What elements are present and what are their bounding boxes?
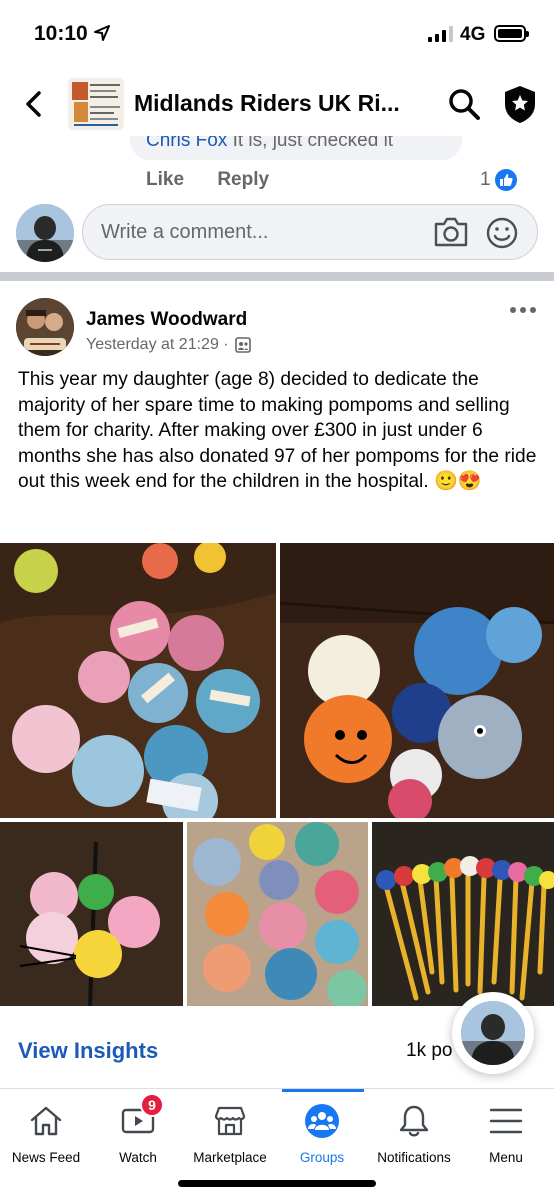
post-author-avatar[interactable] — [16, 298, 74, 356]
tab-label: Watch — [119, 1150, 157, 1165]
tab-label: Notifications — [377, 1150, 451, 1165]
post-reach: 1k po — [406, 1040, 453, 1061]
tab-marketplace[interactable]: Marketplace — [184, 1099, 276, 1169]
battery-icon — [494, 25, 529, 42]
tab-label: Menu — [489, 1150, 523, 1165]
home-indicator[interactable] — [178, 1180, 376, 1187]
comment-actions: Like Reply — [146, 169, 297, 191]
comment-author[interactable]: Chris Fox — [146, 136, 227, 151]
emoji-icon[interactable] — [485, 216, 519, 250]
active-tab-indicator — [282, 1089, 364, 1092]
post-author-name[interactable]: James Woodward — [86, 309, 247, 331]
camera-icon[interactable] — [433, 216, 469, 248]
group-members-icon — [234, 337, 251, 353]
group-header: Midlands Riders UK Ri... — [0, 70, 554, 136]
post-photo-4[interactable] — [187, 822, 368, 1006]
comment-like-count[interactable]: 1 — [480, 169, 517, 191]
post-photo-3[interactable] — [0, 822, 183, 1006]
comment-input[interactable]: Write a comment... — [82, 204, 538, 260]
group-title[interactable]: Midlands Riders UK Ri... — [134, 90, 400, 117]
admin-shield-icon[interactable] — [502, 84, 538, 124]
status-bar: 10:10 4G — [0, 0, 554, 70]
tab-news-feed[interactable]: News Feed — [0, 1099, 92, 1169]
like-count-value: 1 — [480, 169, 491, 190]
comment-text: It is, just checked it — [227, 136, 394, 151]
signal-strength-icon — [428, 26, 453, 42]
status-time: 10:10 — [34, 22, 88, 45]
post-timestamp[interactable]: Yesterday at 21:29 · — [86, 336, 229, 354]
search-icon[interactable] — [446, 86, 482, 122]
bell-icon — [399, 1105, 429, 1137]
watch-notification-badge: 9 — [140, 1093, 164, 1117]
group-cover-thumbnail[interactable] — [68, 78, 124, 130]
tab-menu[interactable]: Menu — [460, 1099, 552, 1169]
comment-reply-button[interactable]: Reply — [217, 169, 269, 190]
tab-label: Groups — [299, 1150, 345, 1165]
tab-label: Marketplace — [193, 1150, 267, 1165]
tab-label: News Feed — [11, 1150, 81, 1165]
thumbs-up-icon — [494, 169, 517, 191]
post-meta: Yesterday at 21:29 · — [86, 336, 251, 354]
post-photo-1[interactable] — [0, 543, 276, 818]
section-divider — [0, 272, 554, 281]
previous-comment: Chris Fox It is, just checked it Like Re… — [0, 136, 554, 271]
comment-bubble: Chris Fox It is, just checked it — [130, 136, 462, 160]
tab-watch[interactable]: 9 Watch — [92, 1093, 184, 1169]
network-type: 4G — [460, 24, 486, 45]
tab-groups[interactable]: Groups — [276, 1099, 368, 1169]
comment-like-button[interactable]: Like — [146, 169, 184, 190]
post-body-text: This year my daughter (age 8) decided to… — [18, 369, 537, 492]
marketplace-icon — [214, 1106, 246, 1136]
comment-input-placeholder: Write a comment... — [101, 221, 269, 243]
insights-row: View Insights 1k po — [0, 992, 554, 1088]
tab-notifications[interactable]: Notifications — [368, 1099, 460, 1169]
post-photo-2[interactable] — [280, 543, 554, 818]
post-photo-5[interactable] — [372, 822, 554, 1006]
chat-head-avatar[interactable] — [452, 992, 534, 1074]
menu-icon — [489, 1108, 523, 1134]
current-user-avatar[interactable] — [16, 204, 74, 262]
view-insights-link[interactable]: View Insights — [18, 1038, 158, 1064]
groups-icon — [305, 1104, 339, 1138]
post-more-options-icon[interactable] — [510, 307, 540, 317]
location-arrow-icon — [94, 25, 110, 41]
back-arrow-icon[interactable] — [18, 88, 50, 120]
home-icon — [30, 1106, 62, 1136]
